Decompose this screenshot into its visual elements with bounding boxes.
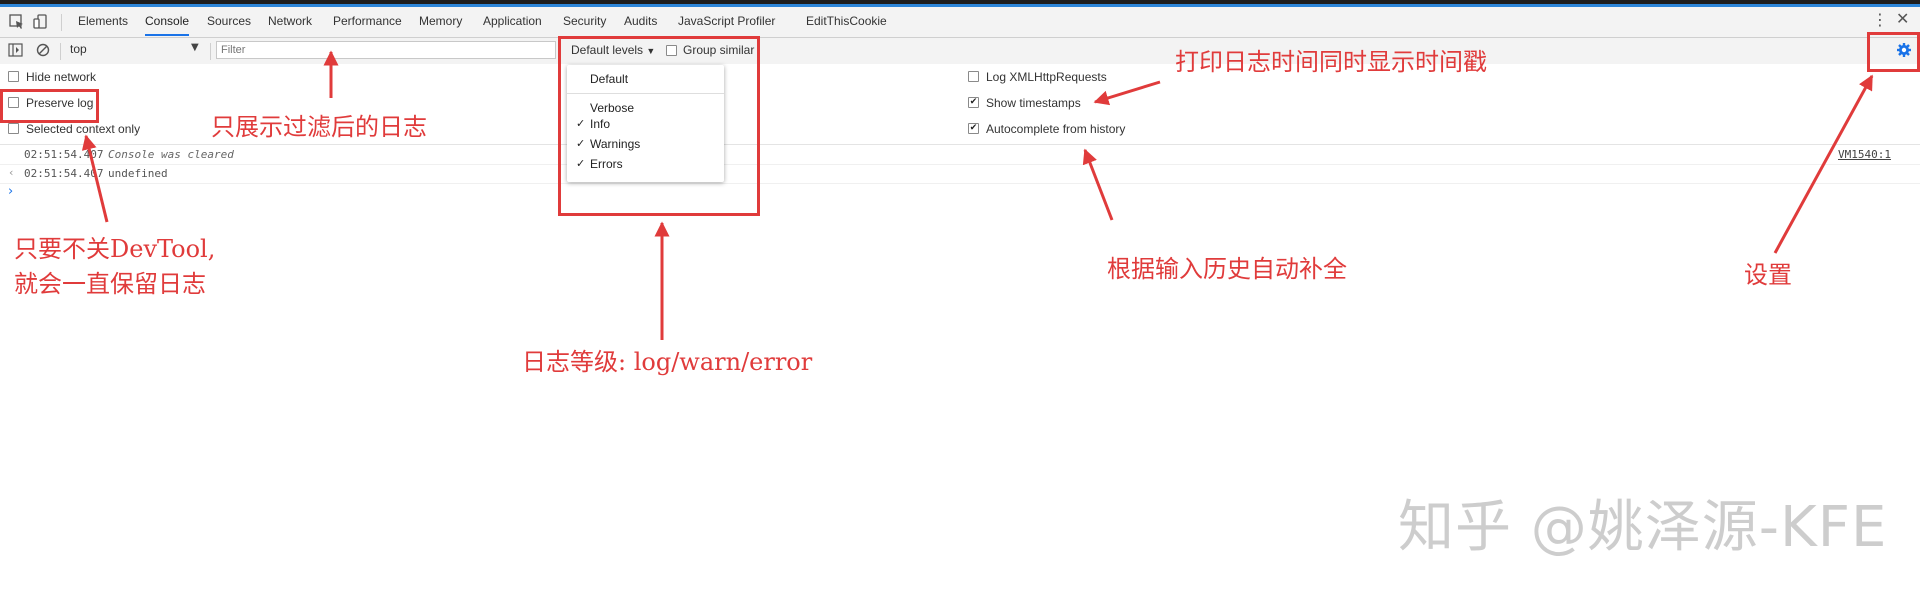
annotation-preserve-line1: 只要不关DevTool, bbox=[14, 235, 216, 263]
annotation-autocomplete: 根据输入历史自动补全 bbox=[1107, 255, 1347, 283]
annotation-preserve-line2: 就会一直保留日志 bbox=[14, 270, 206, 298]
watermark: 知乎 @姚泽源-KFE bbox=[1398, 495, 1888, 560]
annotation-settings: 设置 bbox=[1744, 261, 1792, 289]
annotation-levels: 日志等级: log/warn/error bbox=[522, 348, 813, 376]
annotation-timestamps: 打印日志时间同时显示时间戳 bbox=[1175, 48, 1487, 76]
annotation-filter: 只展示过滤后的日志 bbox=[211, 113, 427, 141]
